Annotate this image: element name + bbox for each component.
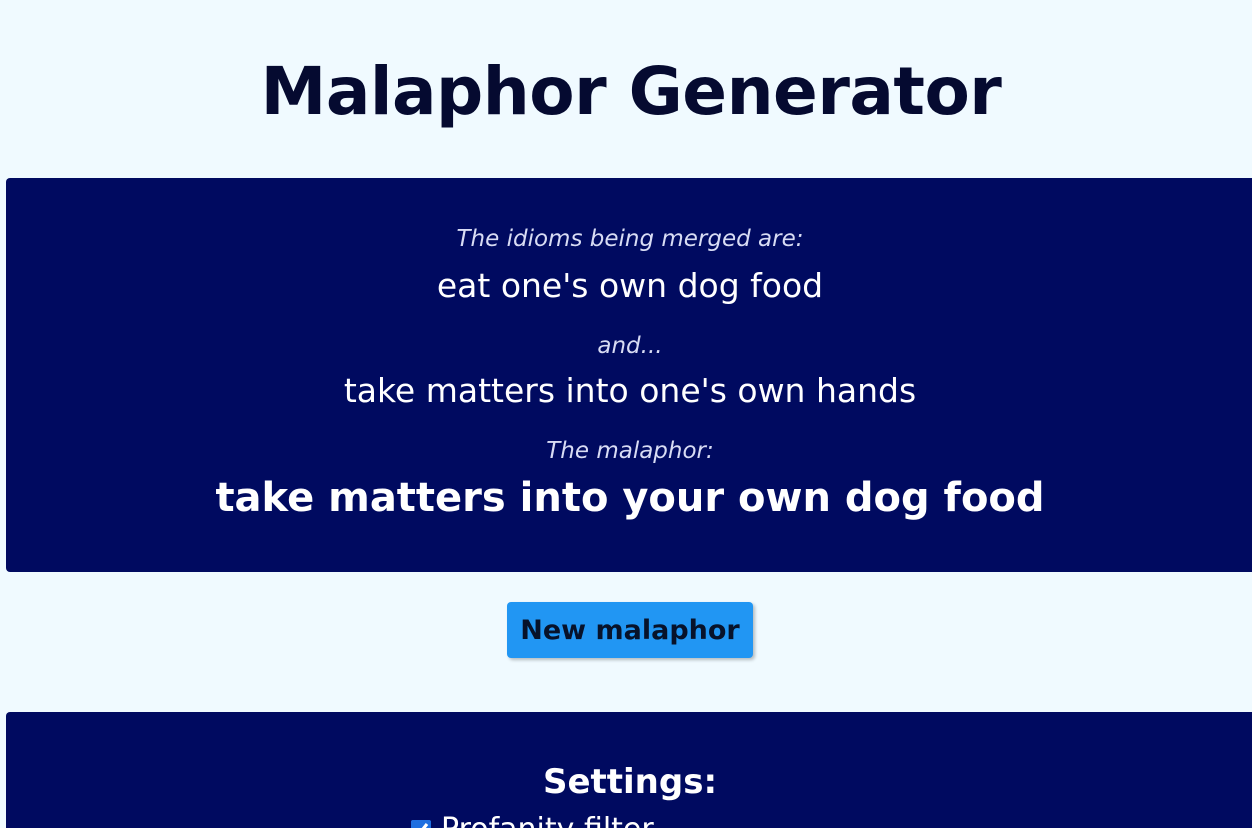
- profanity-filter-label: Profanity filter: [441, 812, 654, 828]
- settings-heading: Settings:: [542, 762, 718, 802]
- profanity-filter-setting[interactable]: Profanity filter: [411, 812, 654, 828]
- first-idiom: eat one's own dog food: [436, 266, 824, 305]
- profanity-filter-checkbox[interactable]: [411, 819, 431, 828]
- result-panel: The idioms being merged are: eat one's o…: [6, 178, 1252, 572]
- and-caption: and...: [597, 333, 663, 359]
- idioms-intro-caption: The idioms being merged are:: [456, 226, 804, 252]
- malaphor-caption: The malaphor:: [546, 438, 714, 464]
- page: Malaphor Generator The idioms being merg…: [0, 0, 1252, 828]
- malaphor-result: take matters into your own dog food: [215, 475, 1045, 521]
- page-title: Malaphor Generator: [260, 53, 1002, 130]
- second-idiom: take matters into one's own hands: [343, 371, 917, 410]
- settings-panel: Settings: Profanity filter: [6, 712, 1252, 828]
- new-malaphor-button[interactable]: New malaphor: [507, 602, 753, 658]
